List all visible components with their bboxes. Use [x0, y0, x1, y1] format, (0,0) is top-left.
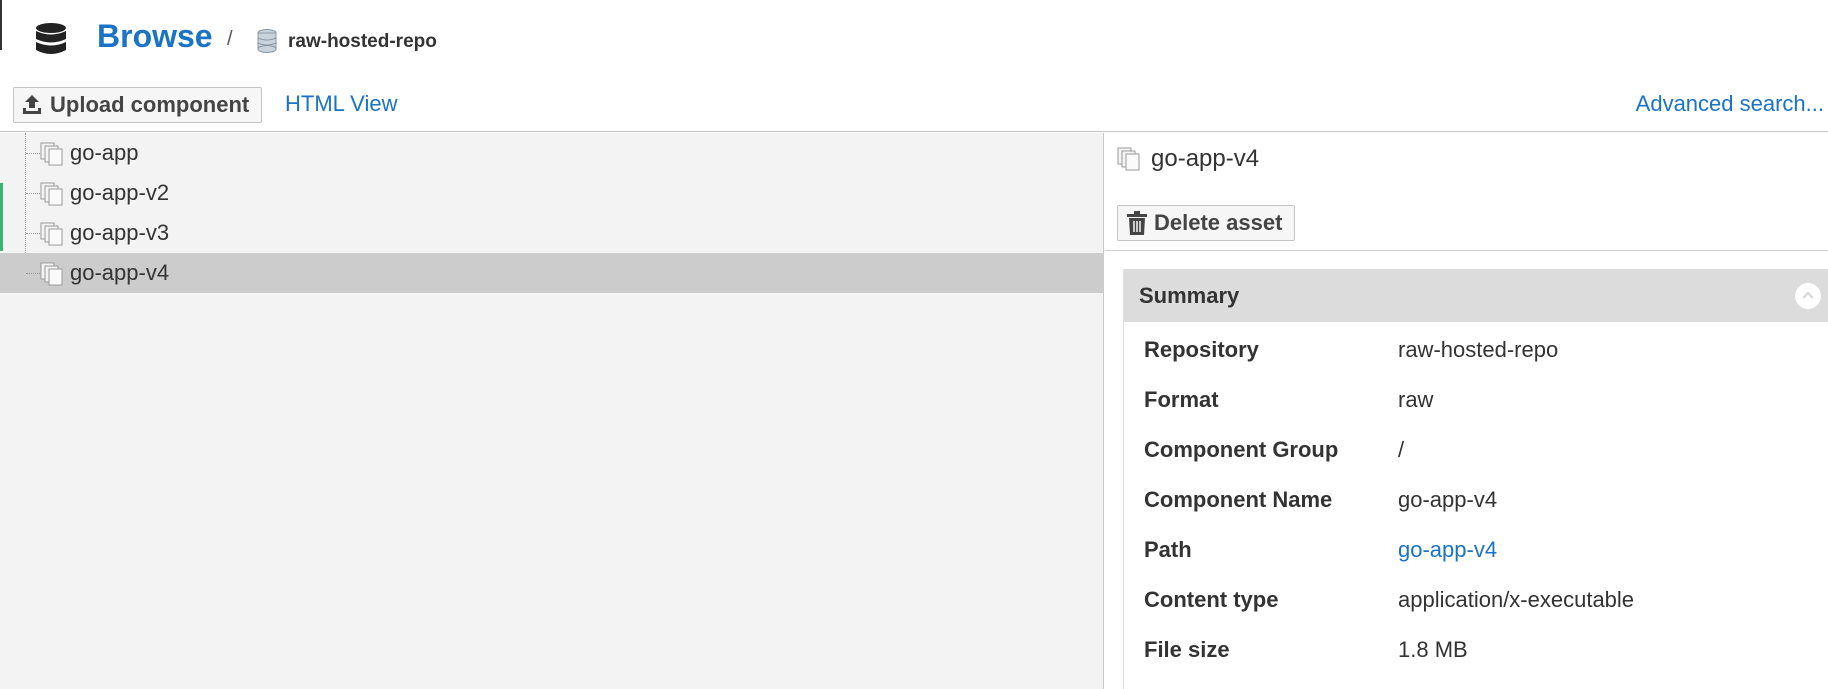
summary-value: 1.8 MB: [1398, 637, 1468, 662]
summary-key: Component Name: [1144, 487, 1333, 512]
tree-item-go-app-v2[interactable]: go-app-v2: [0, 173, 1104, 213]
summary-value: application/x-executable: [1398, 587, 1635, 612]
divider: [1105, 250, 1828, 251]
database-icon: [36, 23, 66, 54]
tree-connector: [26, 193, 40, 194]
summary-key: Content type: [1144, 587, 1279, 612]
summary-key: Path: [1144, 537, 1192, 562]
file-group-icon: [40, 142, 63, 166]
summary-value: raw-hosted-repo: [1398, 337, 1559, 362]
collapse-icon[interactable]: [1795, 283, 1821, 309]
asset-detail-panel: go-app-v4 Delete asset Summary Repositor…: [1105, 133, 1828, 689]
summary-key: Component Group: [1144, 437, 1339, 462]
tree-connector: [26, 233, 40, 234]
upload-component-button[interactable]: Upload component: [13, 87, 263, 123]
tree-item-label: go-app-v4: [70, 260, 170, 285]
summary-row-component-group: Component Group /: [1124, 437, 1828, 487]
tree-connector: [26, 153, 40, 154]
tree-connector: [26, 273, 40, 274]
tree-item-label: go-app-v2: [70, 180, 170, 205]
delete-asset-button[interactable]: Delete asset: [1117, 205, 1296, 241]
path-link[interactable]: go-app-v4: [1398, 537, 1497, 563]
toolbar: Upload component HTML View Advanced sear…: [0, 80, 1828, 132]
summary-row-component-name: Component Name go-app-v4: [1124, 487, 1828, 537]
summary-section: Summary Repository raw-hosted-repo Forma…: [1123, 269, 1828, 689]
advanced-search-link[interactable]: Advanced search...: [1636, 91, 1824, 117]
summary-row-format: Format raw: [1124, 387, 1828, 437]
breadcrumb-separator: /: [227, 28, 233, 50]
tree-item-go-app[interactable]: go-app: [0, 133, 1104, 173]
summary-value: raw: [1398, 387, 1434, 412]
html-view-link[interactable]: HTML View: [285, 91, 397, 117]
summary-key: Format: [1144, 387, 1219, 412]
summary-row-path: Path go-app-v4: [1124, 537, 1828, 587]
asset-title: go-app-v4: [1151, 145, 1260, 172]
trash-icon: [1127, 211, 1147, 235]
tree-panel: go-app go-app-v2 go-app-v3 go-app-v4: [0, 133, 1104, 689]
breadcrumb-repo[interactable]: raw-hosted-repo: [288, 31, 437, 53]
upload-icon: [23, 95, 41, 114]
summary-header[interactable]: Summary: [1124, 269, 1828, 322]
asset-header: go-app-v4: [1117, 145, 1259, 173]
summary-row-file-size: File size 1.8 MB: [1124, 637, 1828, 687]
file-group-icon: [40, 262, 63, 286]
summary-row-repository: Repository raw-hosted-repo: [1124, 337, 1828, 387]
summary-value: /: [1398, 437, 1405, 462]
page-header: Browse / raw-hosted-repo: [0, 0, 1828, 80]
tree-item-go-app-v3[interactable]: go-app-v3: [0, 213, 1104, 253]
tree-item-label: go-app-v3: [70, 220, 170, 245]
upload-component-label: Upload component: [50, 92, 250, 117]
page-title[interactable]: Browse: [97, 18, 213, 55]
file-group-icon: [40, 222, 63, 246]
tree-item-go-app-v4[interactable]: go-app-v4: [0, 253, 1104, 293]
file-group-icon: [1117, 147, 1140, 171]
summary-title: Summary: [1139, 282, 1240, 308]
summary-row-content-type: Content type application/x-executable: [1124, 587, 1828, 637]
delete-asset-label: Delete asset: [1154, 210, 1283, 235]
summary-key: File size: [1144, 637, 1230, 662]
summary-key: Repository: [1144, 337, 1259, 362]
window-edge: [0, 0, 2, 50]
tree-item-label: go-app: [70, 140, 139, 165]
file-group-icon: [40, 182, 63, 206]
repository-icon: [257, 29, 277, 53]
summary-value: go-app-v4: [1398, 487, 1498, 512]
